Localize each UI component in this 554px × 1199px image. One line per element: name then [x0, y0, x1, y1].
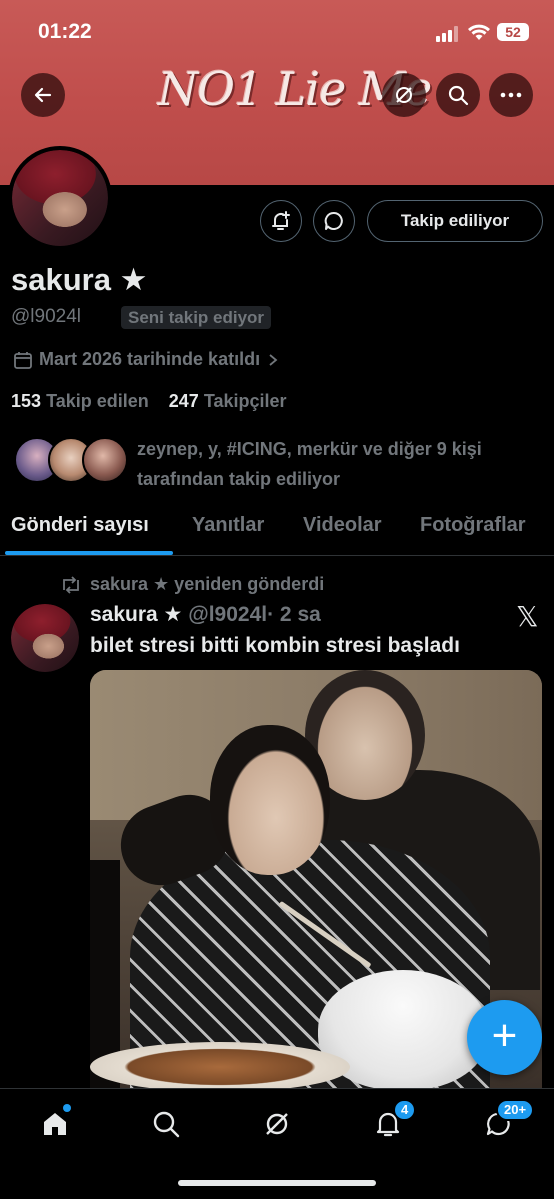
follow-stats: 153 Takip edilen 247 Takipçiler: [11, 391, 287, 412]
grok-button[interactable]: [382, 73, 426, 117]
followed-by-text[interactable]: zeynep, y, #ICING, merkür ve diğer 9 kiş…: [137, 434, 537, 494]
following-link[interactable]: 153 Takip edilen: [11, 391, 149, 411]
following-label: Takip edilen: [46, 391, 149, 411]
more-icon: [500, 92, 522, 98]
search-icon: [448, 85, 469, 106]
chevron-right-icon: [269, 353, 278, 366]
post-header[interactable]: sakura ★ @l9024l· 2 sa: [90, 602, 321, 627]
x-logo-icon: 𝕏: [516, 600, 539, 633]
profile-handle: @l9024l: [11, 306, 81, 327]
profile-name: sakura ★: [11, 262, 148, 297]
joined-date[interactable]: Mart 2026 tarihinde katıldı: [13, 349, 280, 370]
joined-text: Mart 2026 tarihinde katıldı: [39, 349, 261, 369]
search-icon: [153, 1111, 180, 1138]
more-button[interactable]: [489, 73, 533, 117]
post-text: bilet stresi bitti kombin stresi başladı: [90, 634, 460, 657]
nav-search[interactable]: [146, 1104, 186, 1144]
status-bar: 01:22 52: [0, 0, 554, 62]
followers-count: 247: [168, 391, 199, 411]
calendar-icon: [14, 351, 32, 369]
following-button[interactable]: Takip ediliyor: [367, 200, 543, 242]
home-indicator: [178, 1180, 376, 1186]
post-author-handle: @l9024l: [188, 603, 268, 626]
compose-button[interactable]: +: [467, 1000, 542, 1075]
grok-icon: [266, 1113, 288, 1135]
post-time: · 2 sa: [267, 603, 321, 626]
followed-by-avatars[interactable]: [14, 437, 128, 487]
repost-label[interactable]: sakura ★ yeniden gönderdi: [60, 574, 324, 595]
arrow-left-icon: [34, 87, 52, 103]
profile-avatar[interactable]: [8, 146, 112, 250]
grok-icon: [396, 87, 412, 103]
nav-grok[interactable]: [257, 1104, 297, 1144]
messages-badge: 20+: [496, 1099, 535, 1121]
follows-you-badge: Seni takip ediyor: [121, 306, 272, 329]
notify-button[interactable]: [260, 200, 302, 242]
search-button[interactable]: [436, 73, 480, 117]
tab-photos[interactable]: Fotoğraflar: [420, 514, 526, 537]
home-unread-dot: [63, 1104, 71, 1112]
message-button[interactable]: [313, 200, 355, 242]
repost-icon: [63, 575, 79, 594]
post-author-avatar[interactable]: [11, 604, 79, 672]
notifications-badge: 4: [393, 1099, 417, 1121]
followers-link[interactable]: 247 Takipçiler: [169, 391, 287, 411]
active-tab-indicator: [5, 551, 173, 555]
tab-replies[interactable]: Yanıtlar: [192, 514, 264, 537]
following-count: 153: [11, 391, 42, 411]
repost-text: sakura ★ yeniden gönderdi: [90, 574, 325, 594]
wifi-icon: [467, 22, 491, 42]
signal-icon: [436, 26, 460, 42]
status-time: 01:22: [38, 20, 92, 43]
banner-text: NO1 Lie Me: [158, 62, 432, 116]
home-icon: [44, 1113, 66, 1135]
followers-label: Takipçiler: [203, 391, 287, 411]
tab-videos[interactable]: Videolar: [303, 514, 382, 537]
profile-tabs: Gönderi sayısı Yanıtlar Videolar Fotoğra…: [0, 508, 554, 556]
bell-plus-icon: [272, 211, 290, 230]
back-button[interactable]: [21, 73, 65, 117]
avatar: [82, 437, 128, 483]
tab-posts[interactable]: Gönderi sayısı: [11, 514, 149, 537]
post-author-name: sakura ★: [90, 603, 183, 626]
battery-icon: 52: [497, 23, 529, 41]
chat-bubble-icon: [324, 212, 343, 230]
